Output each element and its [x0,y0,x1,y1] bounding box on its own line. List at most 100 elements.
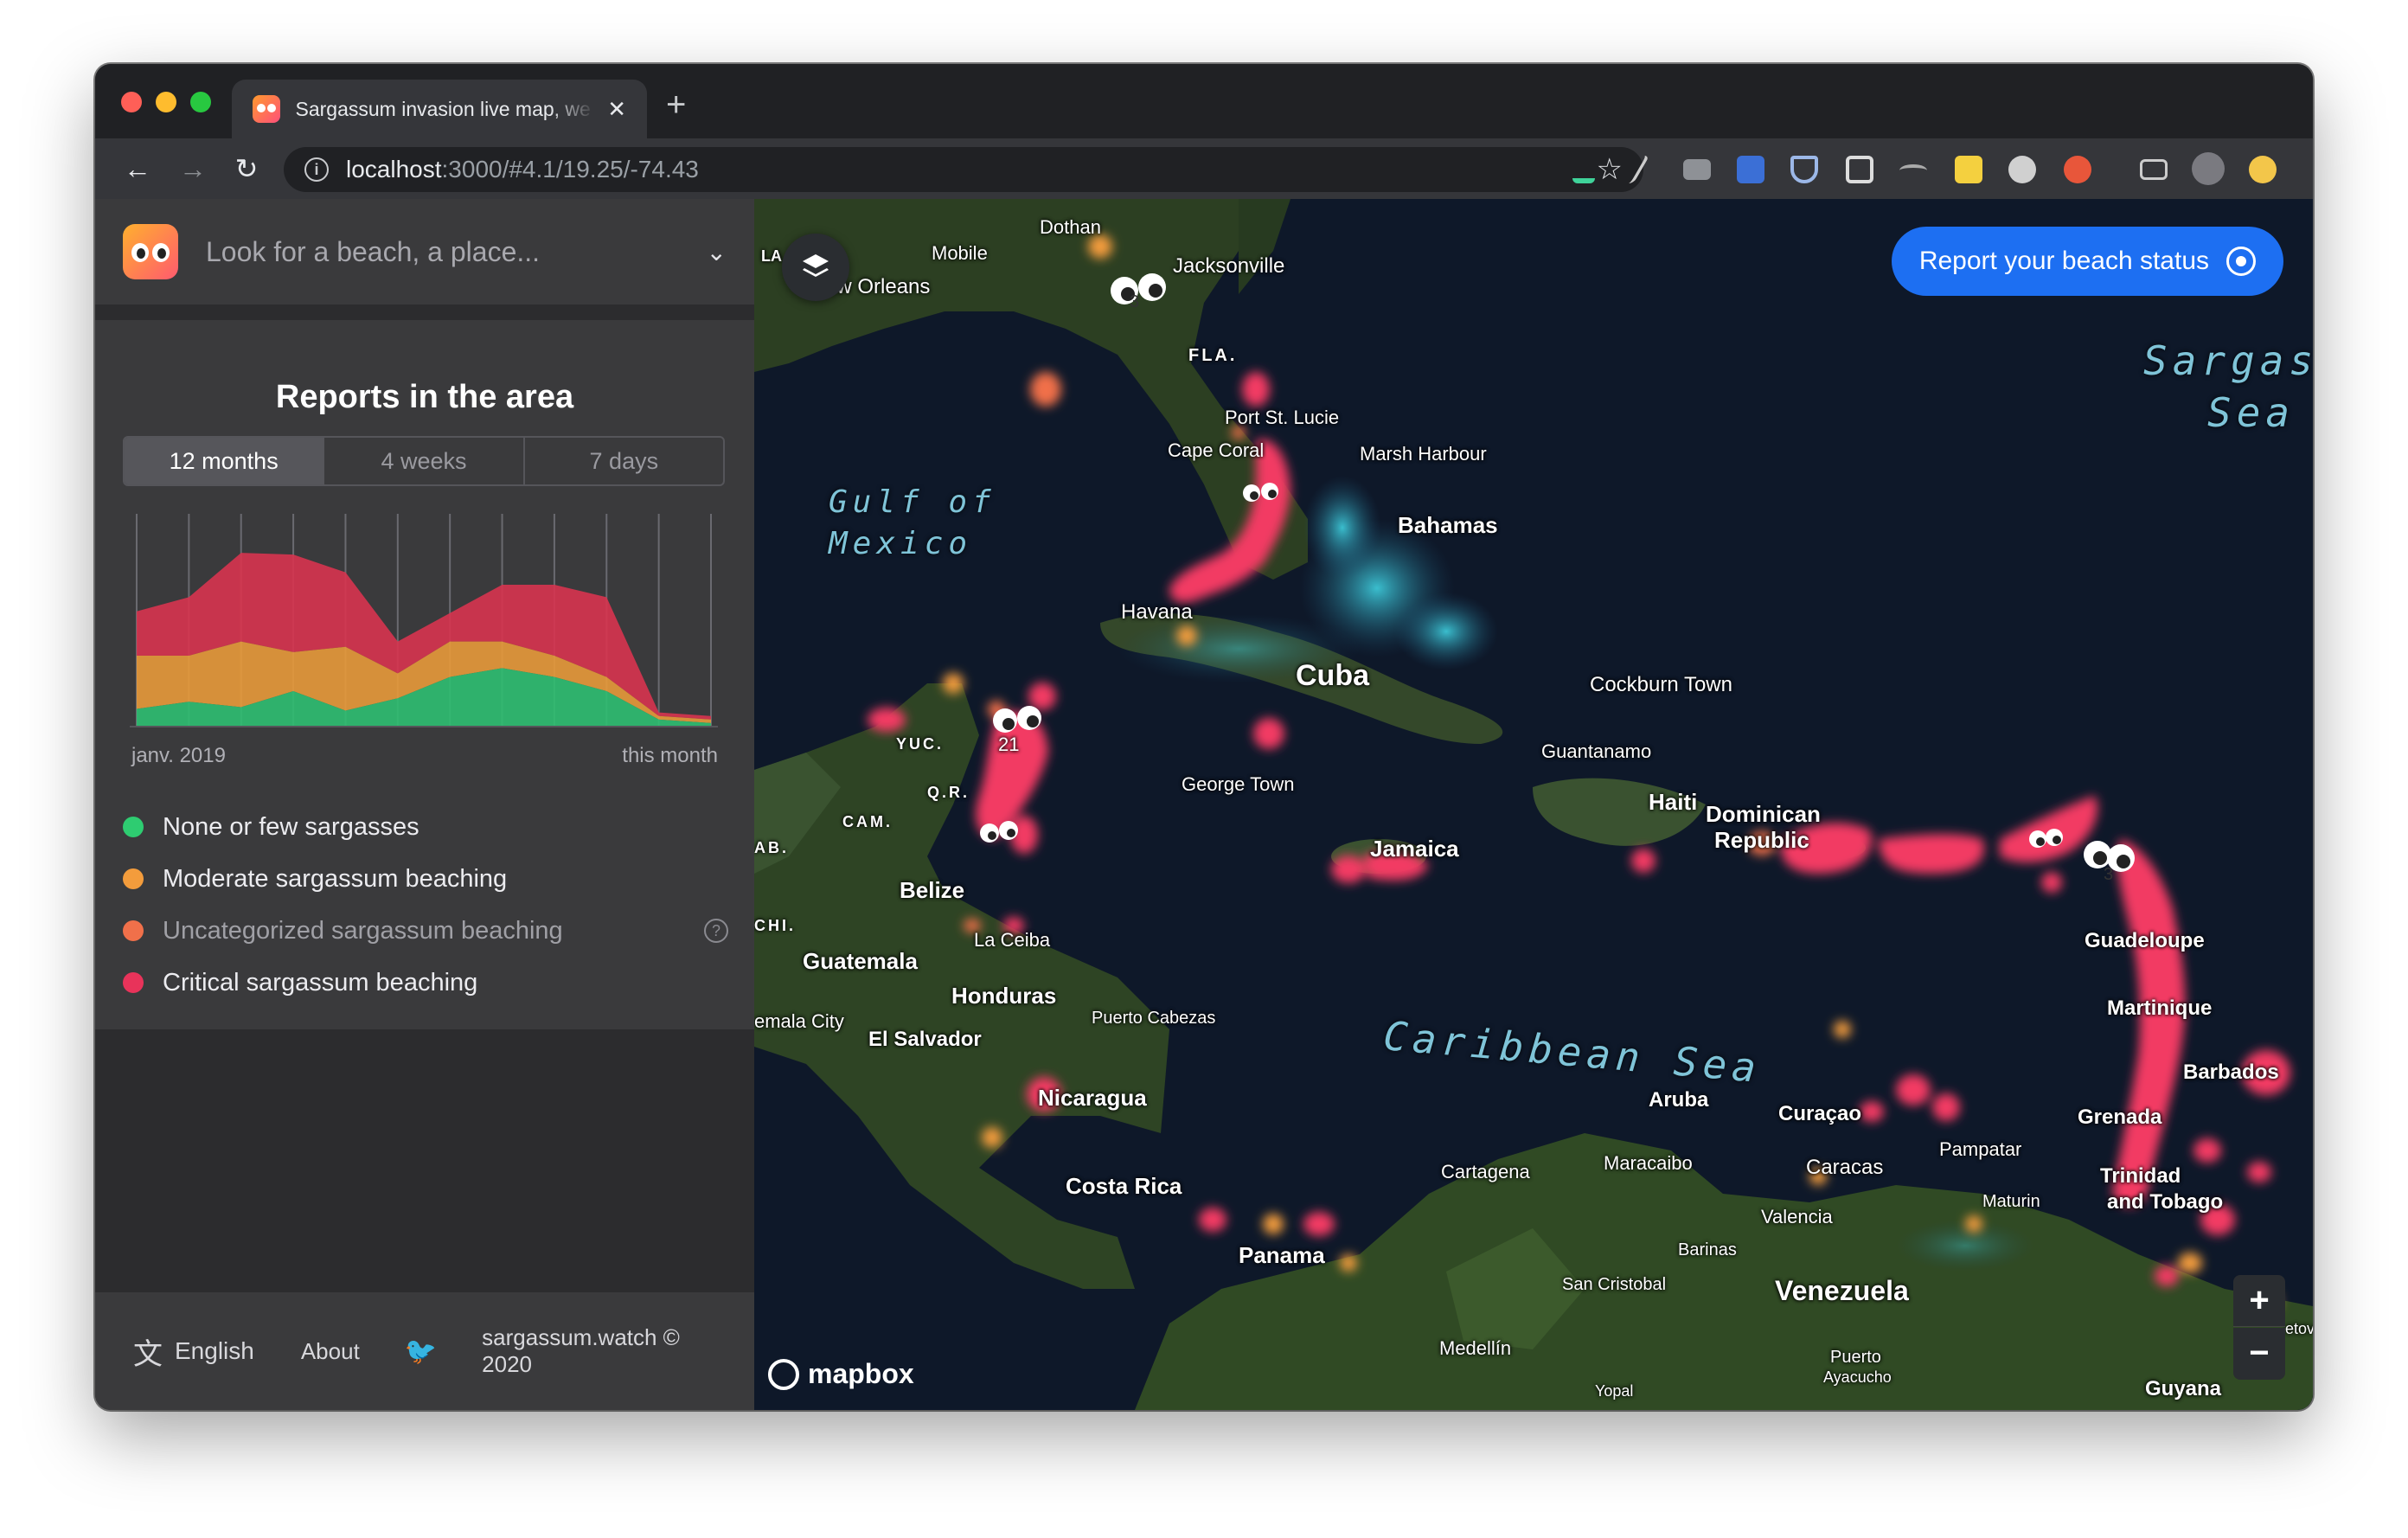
minimize-window-button[interactable] [156,92,176,112]
place-label: Barinas [1678,1240,1737,1259]
place-label: George Town [1182,773,1295,795]
browser-toolbar: ← → ↻ i localhost :3000/#4.1/19.25/-74.4… [95,138,2313,199]
tab-title: Sargassum invasion live map, we [295,97,591,120]
place-label: La Ceiba [974,929,1051,951]
language-selector[interactable]: English [175,1337,254,1365]
legend-dot-icon [123,868,144,889]
about-link[interactable]: About [301,1338,360,1365]
legend-dot-icon [123,817,144,837]
search-input[interactable] [206,235,689,268]
place-label: Guatemala [803,948,918,974]
place-label: Caracas [1806,1156,1884,1179]
place-label: Cockburn Town [1590,673,1732,696]
place-label: Belize [900,877,965,903]
extension-square-icon[interactable] [1846,156,1873,183]
extension-wave-icon[interactable] [1899,164,1927,176]
extension-yellow-icon[interactable] [2249,156,2277,183]
close-window-button[interactable] [121,92,142,112]
place-label: Guadeloupe [2085,929,2205,952]
cluster-count: 3 [1130,292,1140,311]
favicon-icon [253,95,280,123]
info-icon[interactable]: i [304,157,329,182]
place-label: Pampatar [1939,1138,2022,1160]
place-label: Mobile [932,242,988,264]
legend-item-none[interactable]: None or few sargasses [123,801,728,853]
legend-item-uncategorized[interactable]: Uncategorized sargassum beaching ? [123,905,728,957]
mapbox-text: mapbox [808,1358,914,1389]
legend-item-moderate[interactable]: Moderate sargassum beaching [123,853,728,905]
place-label: CHI. [754,917,796,934]
back-icon[interactable]: ← [119,151,156,187]
sea-label: Mexico [829,526,973,561]
cluster-count: 21 [998,734,1020,755]
place-label: Curaçao [1778,1102,1862,1125]
place-label: Nicaragua [1038,1085,1147,1111]
place-label: Venezuela [1775,1275,1909,1306]
legend-label: Critical sargassum beaching [163,968,478,996]
zoom-in-button[interactable]: + [2233,1275,2285,1327]
extension-ghost-icon[interactable] [2008,156,2036,183]
bookmark-star-icon[interactable]: ☆ [1597,152,1623,187]
place-label: YUC. [896,735,945,753]
place-label: CAM. [842,813,893,830]
place-label: Grenada [2078,1105,2162,1129]
twitter-icon[interactable]: 🐦 [405,1336,437,1367]
place-label: Q.R. [927,784,970,801]
sidebar-spacer [95,1029,754,1292]
place-label: Guantanamo [1541,740,1652,762]
extension-shield-icon[interactable] [1790,156,1818,183]
chart-end-label: this month [622,744,718,767]
chevron-down-icon[interactable]: ⌄ [707,238,727,266]
place-label: Cape Coral [1168,439,1265,461]
legend: None or few sargasses Moderate sargassum… [123,801,728,1009]
tab-7-days[interactable]: 7 days [522,438,723,484]
place-label: Haiti [1649,789,1698,815]
url-path: :3000/#4.1/19.25/-74.43 [441,156,699,183]
tab-12-months[interactable]: 12 months [125,438,323,484]
extension-red-icon[interactable] [2064,156,2091,183]
translate-icon[interactable]: 文 [133,1330,163,1373]
extension-sprout-icon[interactable] [1572,156,1595,183]
browser-tab[interactable]: Sargassum invasion live map, we ✕ [232,80,647,138]
place-label: Panama [1239,1242,1325,1268]
legend-item-critical[interactable]: Critical sargassum beaching [123,957,728,1009]
new-tab-button[interactable]: + [666,87,686,122]
tab-4-weeks[interactable]: 4 weeks [323,438,522,484]
extension-js-icon[interactable] [1955,156,1982,183]
extension-camera-icon[interactable] [1683,159,1711,180]
legend-label: Moderate sargassum beaching [163,864,508,893]
place-label: Cartagena [1441,1161,1530,1182]
legend-dot-icon [123,972,144,993]
report-beach-status-button[interactable]: Report your beach status [1891,227,2283,296]
help-icon[interactable]: ? [704,919,728,943]
place-label: Dominican [1706,801,1821,827]
map-canvas[interactable] [754,199,2313,1410]
place-label: LA [761,247,782,265]
forward-icon[interactable]: → [175,151,211,187]
place-label: Jacksonville [1173,254,1285,278]
sea-label: Gulf of [829,484,996,520]
sidebar: ⌄ Reports in the area 12 months 4 weeks … [95,199,754,1410]
place-label: Trinidad [2100,1164,2181,1188]
place-label: Puerto Cabezas [1092,1009,1216,1028]
place-label: Aruba [1649,1088,1709,1112]
tab-close-icon[interactable]: ✕ [607,96,626,123]
profile-avatar[interactable] [2192,152,2225,185]
place-label: Martinique [2107,996,2213,1020]
place-label: Valencia [1761,1206,1833,1227]
maximize-window-button[interactable] [190,92,211,112]
zoom-out-button[interactable]: − [2233,1328,2285,1380]
layers-button[interactable] [782,234,849,301]
place-label: and Tobago [2107,1190,2224,1214]
extension-blue-icon[interactable] [1737,156,1764,183]
place-label: Port St. Lucie [1225,407,1340,428]
cast-icon[interactable] [2140,159,2168,180]
place-label: Yopal [1595,1382,1634,1400]
mapbox-logo[interactable]: mapbox [768,1358,914,1390]
reload-icon[interactable]: ↻ [228,151,265,187]
map[interactable]: 3 21 3 Gulf of Mexico Caribbean Sea Sarg… [754,199,2313,1410]
address-bar[interactable]: i localhost :3000/#4.1/19.25/-74.43 ☆ [284,147,1643,192]
place-label: Dothan [1040,216,1101,238]
sea-label: Sea [2207,389,2296,436]
layers-icon [803,254,829,277]
